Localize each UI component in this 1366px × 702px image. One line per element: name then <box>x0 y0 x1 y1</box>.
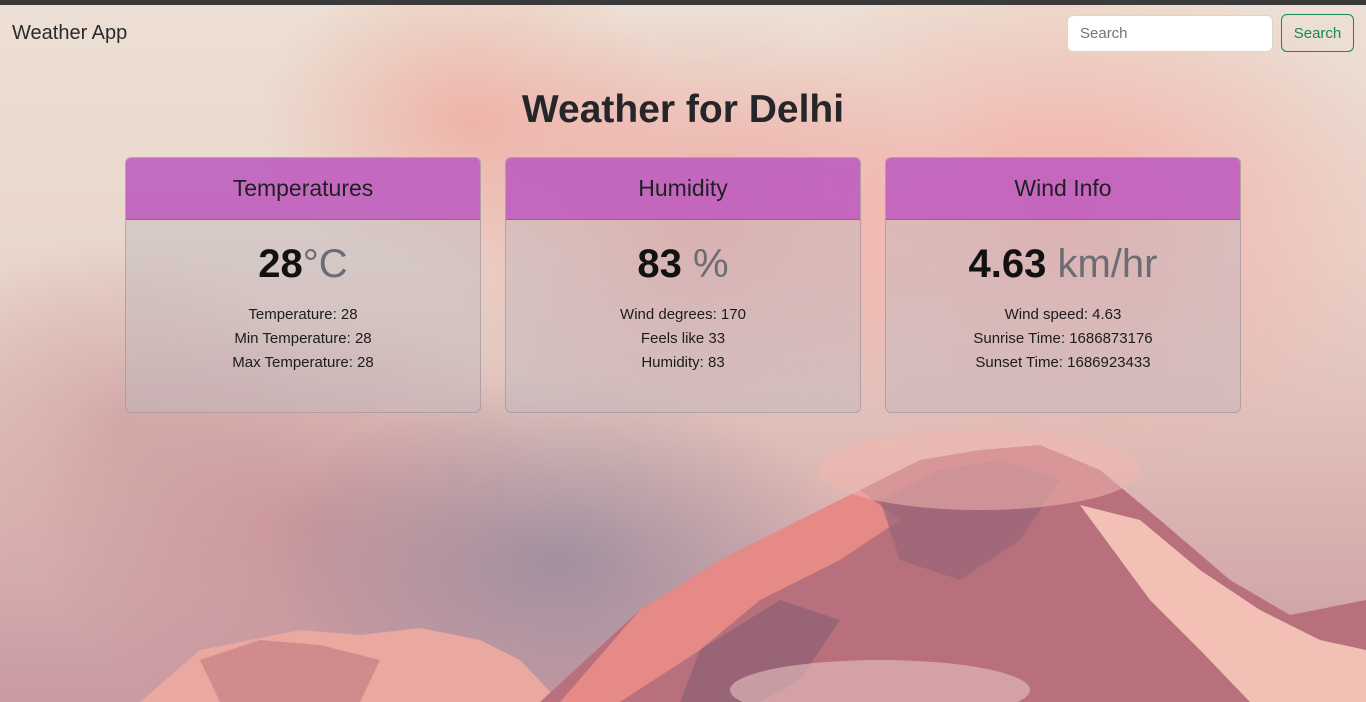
detail-line: Feels like 33 <box>640 330 726 347</box>
brand-link[interactable]: Weather App <box>12 22 127 45</box>
temperature-value: 28°C <box>126 240 480 288</box>
detail-line: Wind degrees: 170 <box>620 306 746 323</box>
detail-line: Sunset Time: 1686923433 <box>975 354 1151 371</box>
navbar: Weather App Search <box>0 5 1366 63</box>
detail-line: Temperature: 28 <box>248 306 358 323</box>
card-header: Wind Info <box>886 158 1240 220</box>
value-number: 4.63 <box>968 242 1047 286</box>
low-cloud <box>820 430 1140 510</box>
search-input[interactable] <box>1067 15 1273 52</box>
humidity-value: 83 % <box>506 240 860 288</box>
detail-line: Min Temperature: 28 <box>234 330 372 347</box>
value-unit: °C <box>302 242 348 286</box>
wind-value: 4.63 km/hr <box>886 240 1240 288</box>
value-number: 83 <box>637 242 682 286</box>
wind-info-card: Wind Info 4.63 km/hr Wind speed: 4.63 Su… <box>885 157 1241 413</box>
card-header: Temperatures <box>126 158 480 220</box>
card-details: Wind speed: 4.63 Sunrise Time: 168687317… <box>886 303 1240 375</box>
card-body: 83 % Wind degrees: 170 Feels like 33 Hum… <box>506 220 860 375</box>
value-unit: km/hr <box>1046 242 1158 286</box>
card-details: Wind degrees: 170 Feels like 33 Humidity… <box>506 303 860 375</box>
page-title: Weather for Delhi <box>521 88 845 131</box>
humidity-card: Humidity 83 % Wind degrees: 170 Feels li… <box>505 157 861 413</box>
card-header: Humidity <box>506 158 860 220</box>
detail-line: Wind speed: 4.63 <box>1004 306 1122 323</box>
card-body: 4.63 km/hr Wind speed: 4.63 Sunrise Time… <box>886 220 1240 375</box>
value-number: 28 <box>258 242 303 286</box>
search-button[interactable]: Search <box>1281 14 1354 52</box>
detail-line: Max Temperature: 28 <box>232 354 374 371</box>
temperatures-card: Temperatures 28°C Temperature: 28 Min Te… <box>125 157 481 413</box>
card-body: 28°C Temperature: 28 Min Temperature: 28… <box>126 220 480 375</box>
detail-line: Sunrise Time: 1686873176 <box>973 330 1153 347</box>
card-details: Temperature: 28 Min Temperature: 28 Max … <box>126 303 480 375</box>
detail-line: Humidity: 83 <box>641 354 725 371</box>
value-unit: % <box>681 242 729 286</box>
